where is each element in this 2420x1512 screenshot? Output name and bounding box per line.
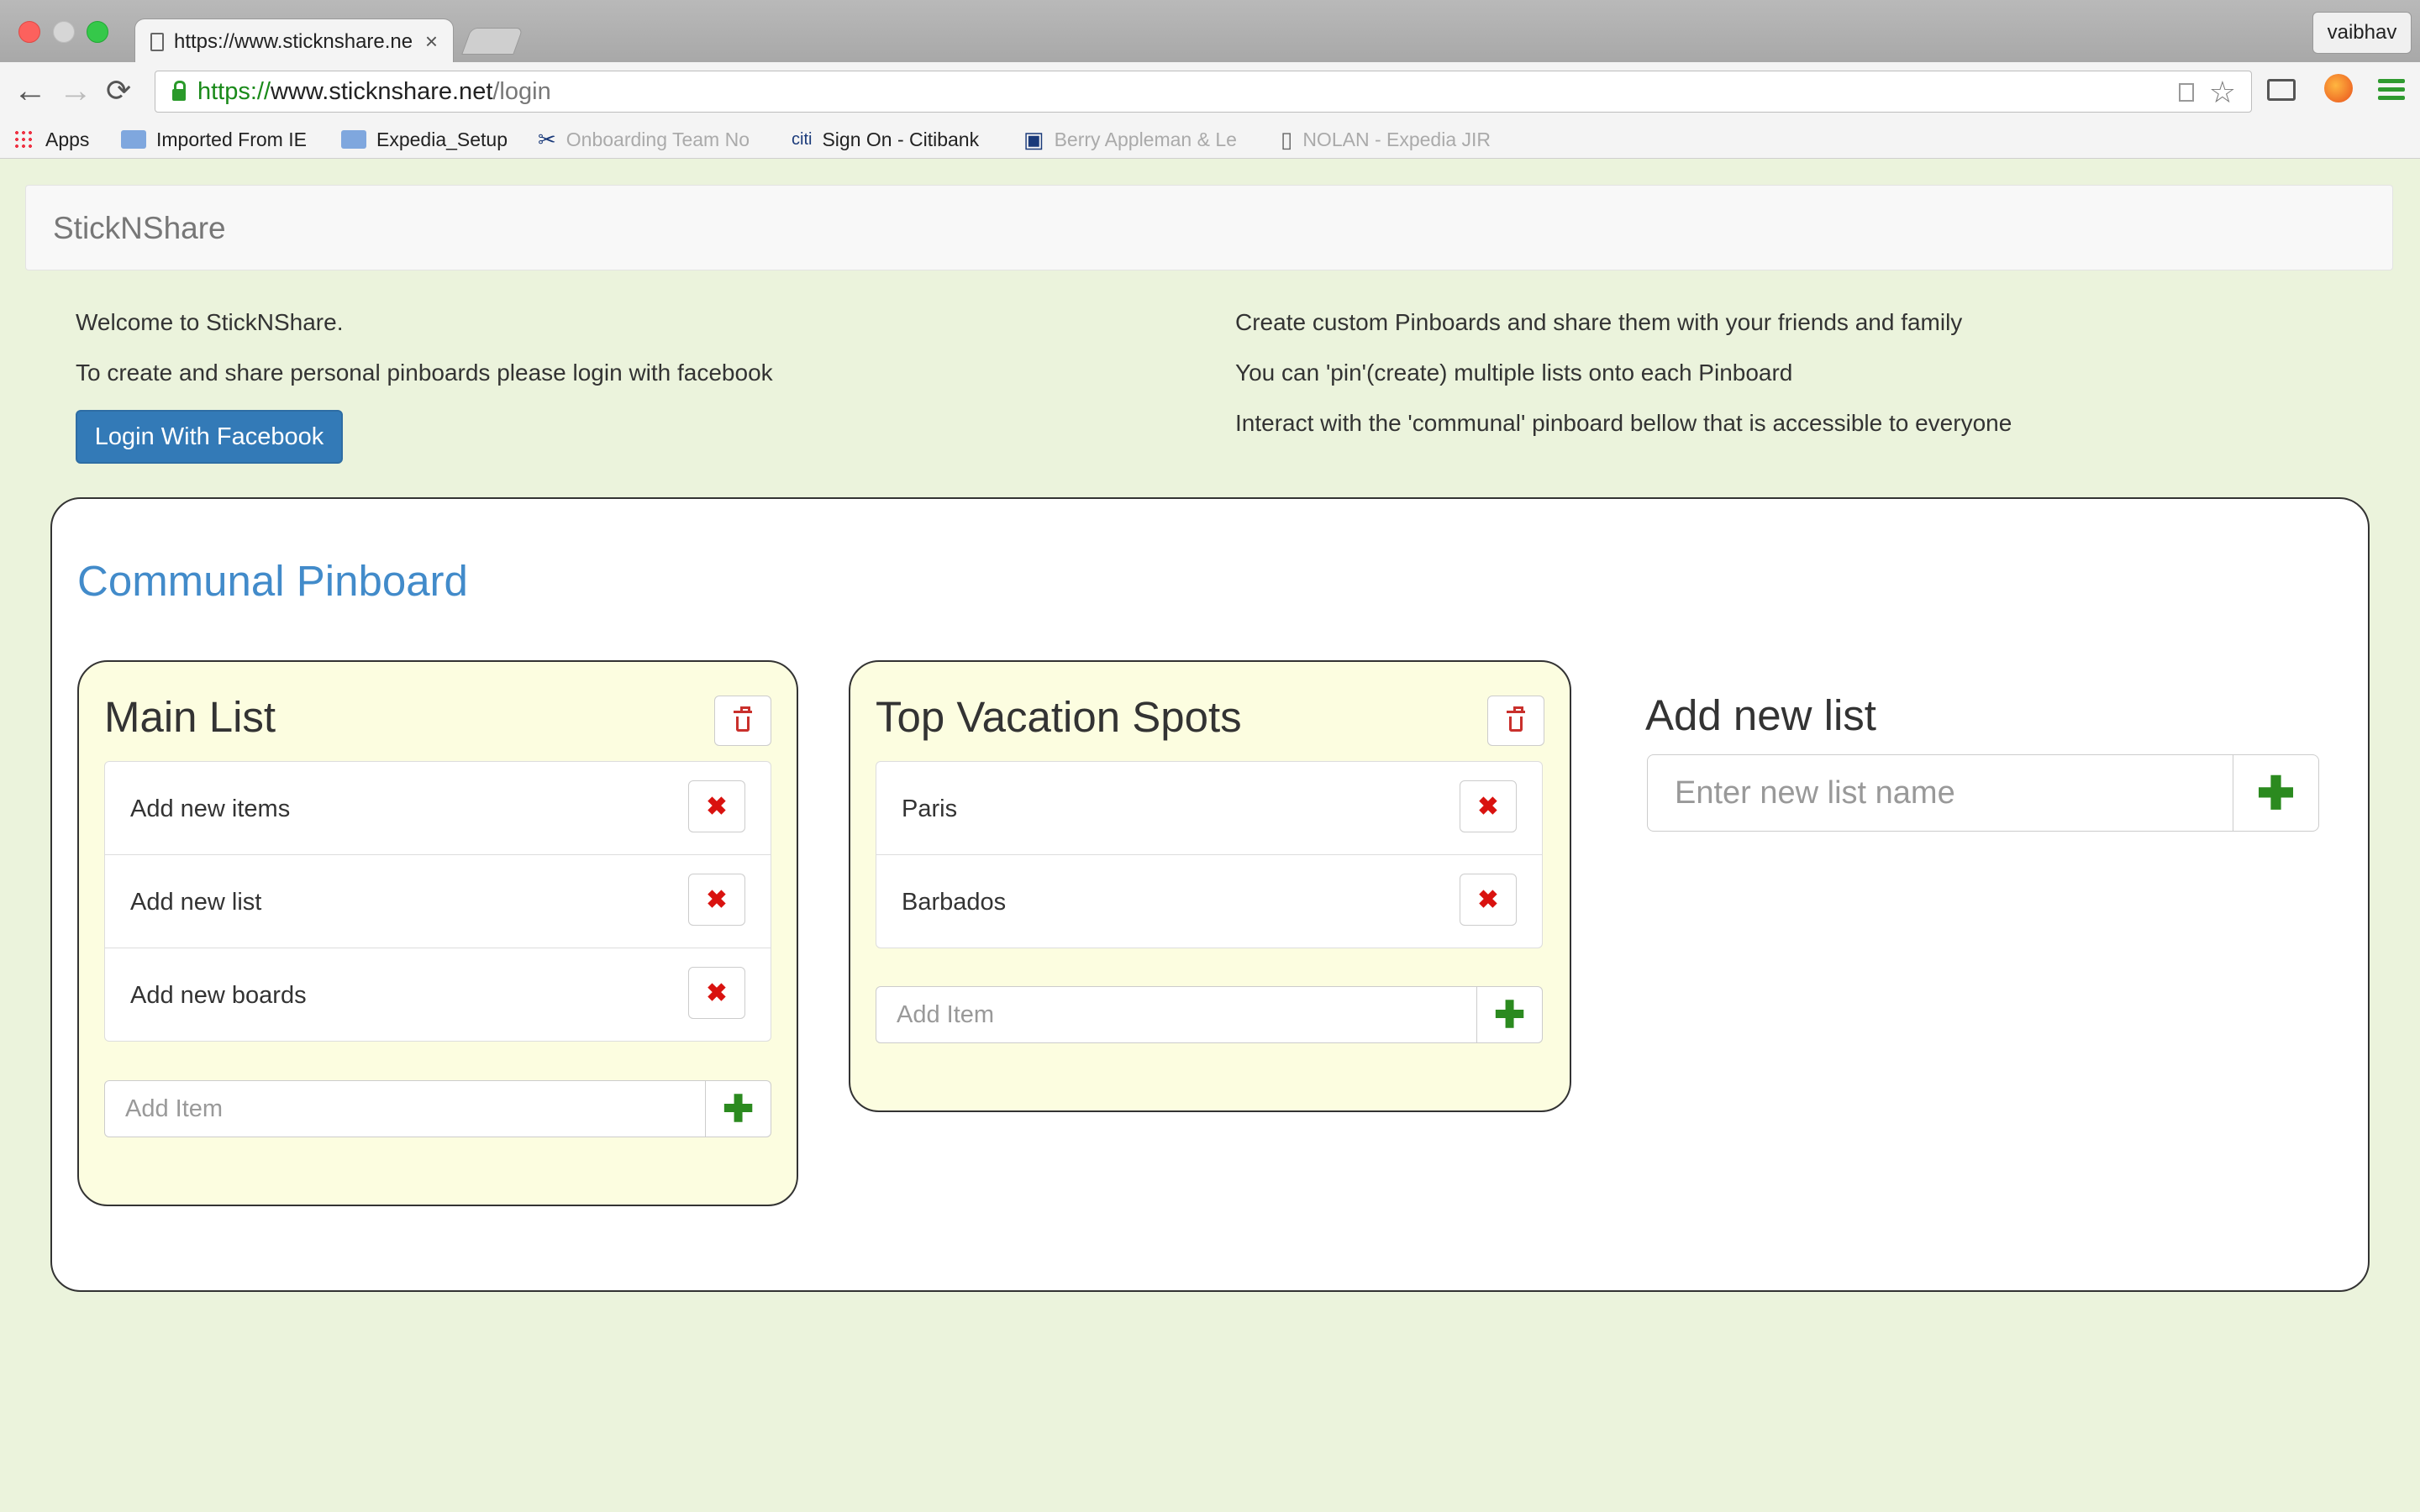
add-new-list-title: Add new list [1645,691,1876,739]
add-item-group: ✚ [104,1080,771,1137]
pinboard-title: Communal Pinboard [77,557,468,605]
add-list-button[interactable]: ✚ [2233,754,2319,832]
logo-icon: ▣ [1023,127,1044,152]
new-tab-button[interactable] [461,28,523,55]
new-list-name-input[interactable] [1647,754,2233,832]
feature-text: Create custom Pinboards and share them w… [1235,309,1963,335]
url-text: https://www.sticknshare.net/login [197,77,551,105]
list-card-vacation: Top Vacation Spots Paris ✖ Barbados ✖ ✚ [849,660,1571,1112]
communal-pinboard: Communal Pinboard Main List Add new item… [50,497,2370,1292]
delete-item-button[interactable]: ✖ [1460,780,1517,832]
tab-title: https://www.sticknshare.ne [174,29,413,53]
delete-item-button[interactable]: ✖ [688,967,745,1019]
cast-icon[interactable] [2267,79,2296,101]
list-title: Main List [104,693,276,741]
browser-titlebar: https://www.sticknshare.ne × vaibhav [0,0,2420,64]
add-item-input[interactable] [104,1080,706,1137]
delete-list-button[interactable] [714,696,771,746]
forward-icon[interactable]: → [59,72,92,109]
feature-text: Interact with the 'communal' pinboard be… [1235,410,2012,436]
add-list-group: ✚ [1647,754,2319,832]
list-title: Top Vacation Spots [876,693,1242,741]
list-item: Barbados ✖ [876,854,1543,948]
page-action-icon[interactable] [2179,83,2194,102]
item-list: Add new items ✖ Add new list ✖ Add new b… [104,761,771,1042]
delete-list-button[interactable] [1487,696,1544,746]
feature-text: You can 'pin'(create) multiple lists ont… [1235,360,1793,386]
list-item: Add new boards ✖ [104,948,771,1042]
item-list: Paris ✖ Barbados ✖ [876,761,1543,948]
browser-tab[interactable]: https://www.sticknshare.ne × [134,18,454,64]
list-card-main: Main List Add new items ✖ Add new list ✖… [77,660,798,1206]
bookmark-nolan-jira[interactable]: ▯ NOLAN - Expedia JIR [1281,121,1491,158]
list-item: Add new items ✖ [104,761,771,855]
delete-item-button[interactable]: ✖ [1460,874,1517,926]
browser-menu-icon[interactable] [2378,79,2405,104]
extension-icon[interactable] [2324,74,2353,102]
item-text: Barbados [902,889,1007,916]
folder-icon [121,130,146,149]
bookmark-onboarding[interactable]: ✂ Onboarding Team No [538,121,750,158]
lock-icon [172,81,186,101]
bookmarks-bar: Apps Imported From IE Expedia_Setup ✂ On… [0,121,2420,159]
add-item-input[interactable] [876,986,1477,1043]
trash-icon [734,706,752,732]
reload-icon[interactable]: ⟳ [106,72,131,109]
back-icon[interactable]: ← [13,72,47,109]
profile-button[interactable]: vaibhav [2312,12,2412,54]
bookmark-star-icon[interactable]: ☆ [2209,75,2236,110]
page-icon [150,32,164,51]
add-item-group: ✚ [876,986,1543,1043]
citi-icon: citi [792,130,813,149]
item-text: Paris [902,795,958,822]
bookmark-citibank[interactable]: citi Sign On - Citibank [792,121,979,158]
welcome-text: Welcome to StickNShare. [76,309,344,335]
bookmark-apps[interactable]: Apps [13,121,89,158]
add-item-button[interactable]: ✚ [706,1080,771,1137]
list-item: Add new list ✖ [104,854,771,948]
window-minimize-button[interactable] [53,21,75,43]
delete-item-button[interactable]: ✖ [688,780,745,832]
brand-link[interactable]: StickNShare [53,211,226,246]
list-item: Paris ✖ [876,761,1543,855]
item-text: Add new items [130,795,291,822]
address-bar[interactable]: https://www.sticknshare.net/login ☆ [155,71,2252,113]
trash-icon [1507,706,1525,732]
site-navbar: StickNShare [25,185,2393,270]
bookmark-expedia-setup[interactable]: Expedia_Setup [341,121,508,158]
login-facebook-button[interactable]: Login With Facebook [76,410,343,464]
tab-close-icon[interactable]: × [425,29,438,55]
login-prompt-text: To create and share personal pinboards p… [76,360,773,386]
window-zoom-button[interactable] [87,21,108,43]
bookmark-berry-appleman[interactable]: ▣ Berry Appleman & Le [1023,121,1237,158]
apps-grid-icon [13,129,34,150]
item-text: Add new list [130,889,262,916]
page-icon: ▯ [1281,127,1293,152]
add-item-button[interactable]: ✚ [1477,986,1543,1043]
bookmark-imported-from-ie[interactable]: Imported From IE [121,121,307,158]
window-close-button[interactable] [18,21,40,43]
delete-item-button[interactable]: ✖ [688,874,745,926]
item-text: Add new boards [130,982,307,1009]
folder-icon [341,130,366,149]
tools-icon: ✂ [538,127,556,152]
